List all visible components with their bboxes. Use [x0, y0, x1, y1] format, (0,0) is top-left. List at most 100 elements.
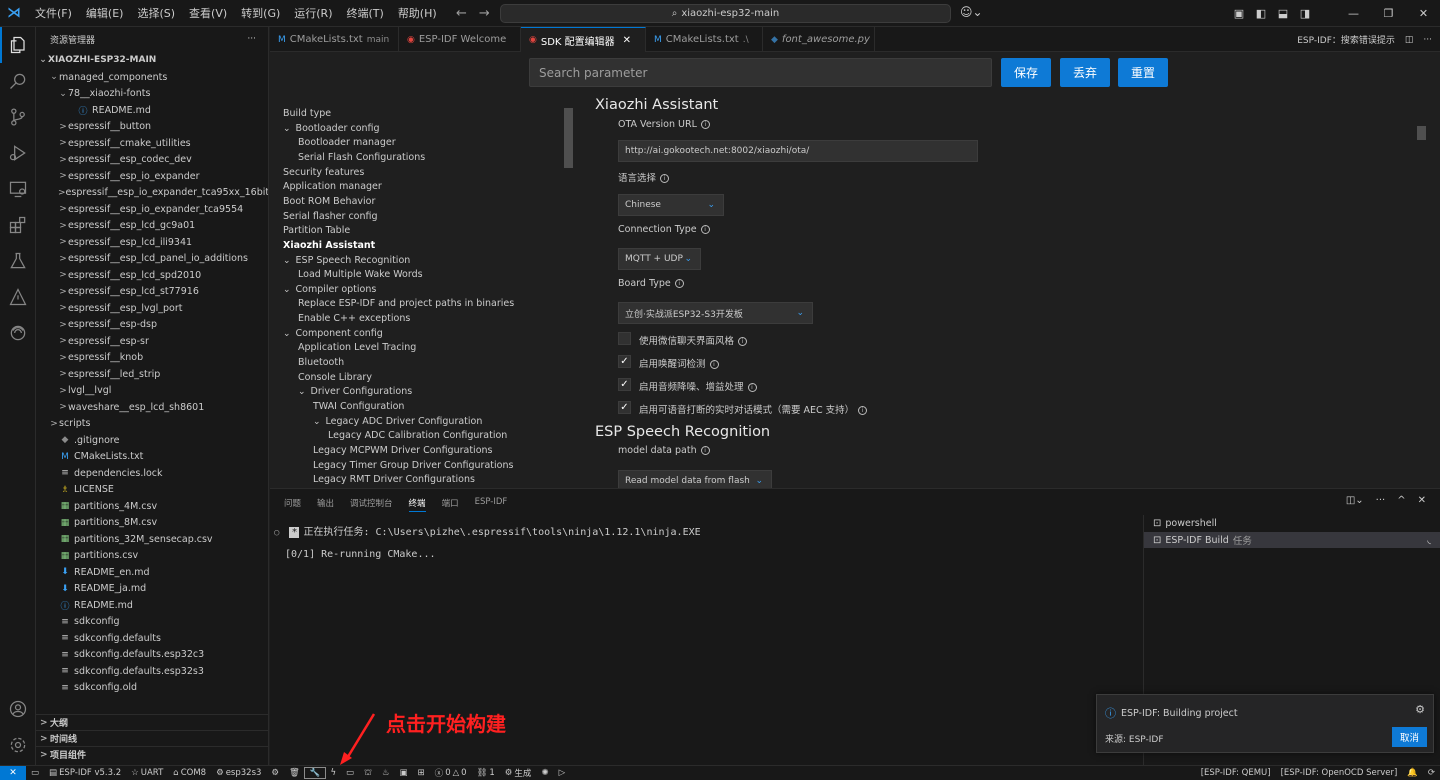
model-data-path-select[interactable]: Read model data from flash ⌄	[618, 470, 772, 488]
split-editor-icon[interactable]: ◫	[1405, 35, 1414, 45]
cancel-build-button[interactable]: 取消	[1392, 727, 1427, 747]
restore-icon[interactable]: ❐	[1372, 7, 1405, 20]
tree-folder[interactable]: > espressif__esp_lcd_gc9a01	[36, 218, 268, 235]
tree-file[interactable]: ≡ sdkconfig.defaults.esp32s3	[36, 663, 268, 680]
remote-indicator-icon[interactable]: ✕	[0, 765, 26, 780]
sdk-nav-item[interactable]: TWAI Configuration	[313, 401, 404, 412]
toggle-sidebar-icon[interactable]: ◧	[1251, 7, 1271, 20]
tree-file[interactable]: ⬇ README_ja.md	[36, 581, 268, 598]
menu-item[interactable]: 运行(R)	[287, 0, 339, 27]
sdk-nav-item[interactable]: ⌄ Component config	[283, 328, 383, 339]
tree-file[interactable]: ▦ partitions_8M.csv	[36, 515, 268, 532]
tree-file[interactable]: ▦ partitions_32M_sensecap.csv	[36, 531, 268, 548]
build-wrench-icon[interactable]: 🔧	[303, 767, 327, 779]
editor-tab[interactable]: M CMakeLists.txt .\	[646, 27, 763, 52]
editor-scrollbar[interactable]	[1417, 126, 1426, 140]
tree-folder[interactable]: > espressif__esp_lcd_spd2010	[36, 267, 268, 284]
connection-type-select[interactable]: MQTT + UDP ⌄	[618, 248, 701, 270]
sdk-nav-item[interactable]: Build type	[283, 108, 331, 119]
tree-folder[interactable]: > espressif__cmake_utilities	[36, 135, 268, 152]
split-terminal-icon[interactable]: ◫⌄	[1346, 495, 1364, 506]
tree-file[interactable]: M CMakeLists.txt	[36, 449, 268, 466]
notification-gear-icon[interactable]: ⚙	[1415, 703, 1425, 716]
sdk-nav-item[interactable]: Legacy RMT Driver Configurations	[313, 474, 475, 485]
sync-icon[interactable]: ⟳	[1423, 768, 1440, 778]
settings-gear-icon[interactable]	[0, 727, 36, 763]
explorer-icon[interactable]	[0, 27, 36, 63]
sdk-nav-item[interactable]: ⌄ Legacy ADC Driver Configuration	[313, 416, 482, 427]
tree-file[interactable]: ≡ sdkconfig.defaults.esp32c3	[36, 647, 268, 664]
tree-file[interactable]: ≡ sdkconfig.defaults	[36, 630, 268, 647]
sdk-nav-item[interactable]: Security features	[283, 167, 364, 178]
esp-idf-version[interactable]: ▤ ESP-IDF v5.3.2	[44, 768, 126, 778]
debug-icon[interactable]: ✺	[536, 768, 553, 778]
account-icon[interactable]	[0, 691, 36, 727]
tree-folder[interactable]: > espressif__esp-dsp	[36, 317, 268, 334]
ota-url-input[interactable]: http://ai.gokootech.net:8002/xiaozhi/ota…	[618, 140, 978, 162]
sdk-nav-item[interactable]: Legacy ADC Calibration Configuration	[328, 430, 507, 441]
panel-tab[interactable]: ESP-IDF	[475, 497, 508, 512]
editor-tab[interactable]: ◆ font_awesome.py	[763, 27, 875, 52]
qemu-status[interactable]: [ESP-IDF: QEMU]	[1196, 768, 1276, 778]
build-flash-monitor-icon[interactable]: ⛫	[359, 768, 377, 779]
panel-tab[interactable]: 终端	[408, 497, 426, 512]
full-clean-icon[interactable]: 🗑	[284, 768, 305, 778]
tree-folder[interactable]: ⌄ managed_components	[36, 69, 268, 86]
close-tab-icon[interactable]: ✕	[623, 35, 631, 46]
sidebar-section-header[interactable]: > 时间线	[36, 730, 268, 746]
nav-scrollbar[interactable]	[564, 108, 573, 168]
tree-folder[interactable]: > espressif__esp_codec_dev	[36, 152, 268, 169]
tree-file[interactable]: ≡ sdkconfig.old	[36, 680, 268, 697]
tree-folder[interactable]: > espressif__button	[36, 119, 268, 136]
target-device[interactable]: ⚙ esp32s3	[211, 768, 266, 778]
tree-file[interactable]: ⓘ README.md	[36, 102, 268, 119]
run-icon[interactable]: ▷	[554, 768, 571, 778]
menu-item[interactable]: 选择(S)	[130, 0, 182, 27]
back-arrow-icon[interactable]: ←	[456, 6, 467, 21]
tree-folder[interactable]: > espressif__esp_lcd_ili9341	[36, 234, 268, 251]
sdk-nav-item[interactable]: Boot ROM Behavior	[283, 196, 375, 207]
tree-file[interactable]: ⓘ README.md	[36, 597, 268, 614]
tree-folder[interactable]: > espressif__esp_io_expander_tca9554	[36, 201, 268, 218]
panel-tab[interactable]: 问题	[284, 497, 301, 512]
build-status[interactable]: ⚙ 生成	[500, 767, 537, 779]
flash-method[interactable]: ☆ UART	[126, 768, 168, 778]
sdk-nav-item[interactable]: Bluetooth	[298, 357, 344, 368]
tree-folder[interactable]: > espressif__led_strip	[36, 366, 268, 383]
terminal-list-item[interactable]: ⊡ powershell	[1144, 515, 1440, 531]
sidebar-section-header[interactable]: > 项目组件	[36, 746, 268, 762]
panel-tab[interactable]: 输出	[317, 497, 334, 512]
tree-file[interactable]: ◆ .gitignore	[36, 432, 268, 449]
tree-folder[interactable]: > scripts	[36, 416, 268, 433]
terminal-list-item[interactable]: ⊡ ESP-IDF Build 任务 ◟	[1144, 532, 1440, 548]
tree-folder[interactable]: > waveshare__esp_lcd_sh8601	[36, 399, 268, 416]
tree-folder[interactable]: > espressif__esp_lvgl_port	[36, 300, 268, 317]
terminal-icon[interactable]: ▣	[395, 768, 413, 778]
sdk-config-gear-icon[interactable]: ⚙	[266, 768, 284, 778]
sdk-nav-item[interactable]: Legacy MCPWM Driver Configurations	[313, 445, 492, 456]
editor-tab[interactable]: M CMakeLists.txt main	[270, 27, 399, 52]
more-actions-icon[interactable]: ···	[1423, 35, 1432, 45]
sdk-nav-item[interactable]: Load Multiple Wake Words	[298, 269, 423, 280]
search-parameter-input[interactable]: Search parameter	[529, 58, 992, 87]
sdk-nav-item[interactable]: Application Level Tracing	[298, 342, 416, 353]
forward-arrow-icon[interactable]: →	[479, 6, 490, 21]
custom-task-icon[interactable]: ⊞	[413, 768, 430, 778]
sdk-nav-item[interactable]: Replace ESP-IDF and project paths in bin…	[298, 298, 514, 309]
workspace-icon[interactable]: ▭	[26, 768, 44, 778]
close-window-icon[interactable]: ✕	[1407, 7, 1440, 20]
openocd-status[interactable]: [ESP-IDF: OpenOCD Server]	[1276, 768, 1403, 778]
menu-item[interactable]: 终端(T)	[340, 0, 391, 27]
language-select[interactable]: Chinese ⌄	[618, 194, 724, 216]
more-actions-icon[interactable]: ···	[1376, 495, 1386, 506]
panel-tab[interactable]: 端口	[442, 497, 459, 512]
reset-button[interactable]: 重置	[1118, 58, 1168, 87]
sdk-nav-item[interactable]: ⌄ Compiler options	[283, 284, 376, 295]
tree-folder[interactable]: > espressif__esp_io_expander_tca95xx_16bi…	[36, 185, 268, 202]
save-button[interactable]: 保存	[1001, 58, 1051, 87]
menu-item[interactable]: 文件(F)	[28, 0, 79, 27]
minimize-icon[interactable]: —	[1337, 7, 1370, 20]
flash-icon[interactable]: ϟ	[325, 768, 341, 778]
openocd-icon[interactable]: ♨	[377, 768, 395, 778]
tree-folder[interactable]: > espressif__esp_io_expander	[36, 168, 268, 185]
